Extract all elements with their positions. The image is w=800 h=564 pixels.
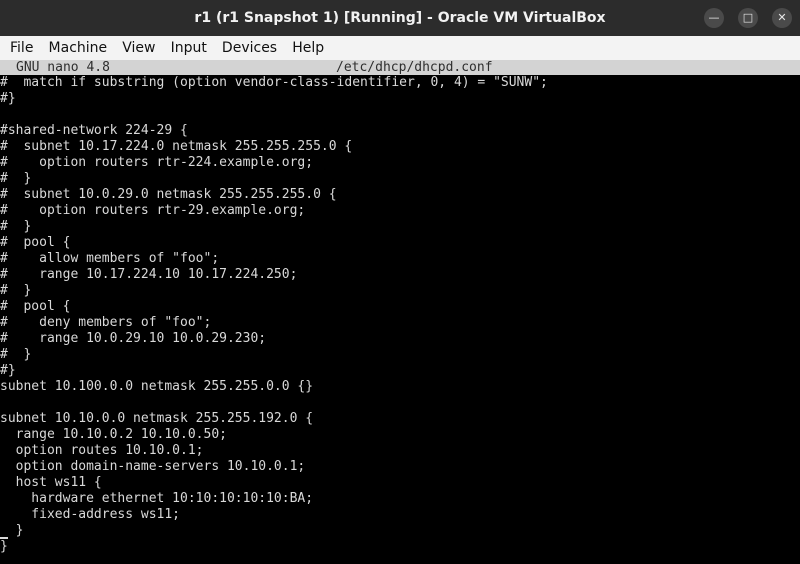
editor-line: option routes 10.10.0.1; (0, 443, 204, 458)
editor-line: hardware ethernet 10:10:10:10:10:BA; (0, 491, 314, 506)
editor-line: fixed-address ws11; (0, 507, 181, 522)
menu-machine[interactable]: Machine (44, 36, 113, 60)
maximize-button[interactable]: □ (738, 8, 758, 28)
editor-line: host ws11 { (0, 475, 102, 490)
editor-line: # pool { (0, 299, 71, 314)
editor-line: # } (0, 219, 32, 234)
menu-view[interactable]: View (117, 36, 160, 60)
editor-line: # deny members of "foo"; (0, 315, 212, 330)
editor-line: option domain-name-servers 10.10.0.1; (0, 459, 306, 474)
menu-help[interactable]: Help (287, 36, 329, 60)
editor-line: #} (0, 91, 16, 106)
editor-line: # } (0, 283, 32, 298)
menu-file[interactable]: File (5, 36, 38, 60)
editor-line: # option routers rtr-224.example.org; (0, 155, 314, 170)
menu-devices[interactable]: Devices (217, 36, 282, 60)
editor-line: subnet 10.100.0.0 netmask 255.255.0.0 {} (0, 379, 314, 394)
editor-line: range 10.10.0.2 10.10.0.50; (0, 427, 227, 442)
editor-line: # range 10.0.29.10 10.0.29.230; (0, 331, 267, 346)
text-cursor (0, 537, 8, 539)
menu-bar: File Machine View Input Devices Help (0, 36, 800, 60)
editor-line: # subnet 10.0.29.0 netmask 255.255.255.0… (0, 187, 337, 202)
editor-line: # range 10.17.224.10 10.17.224.250; (0, 267, 298, 282)
window-title: r1 (r1 Snapshot 1) [Running] - Oracle VM… (194, 10, 606, 26)
close-button[interactable]: ✕ (772, 8, 792, 28)
terminal-editor[interactable]: # match if substring (option vendor-clas… (0, 75, 800, 564)
editor-line: # option routers rtr-29.example.org; (0, 203, 306, 218)
editor-line: subnet 10.10.0.0 netmask 255.255.192.0 { (0, 411, 314, 426)
menu-input[interactable]: Input (166, 36, 212, 60)
editor-line: } (0, 539, 8, 554)
minimize-button[interactable]: — (704, 8, 724, 28)
editor-line: # match if substring (option vendor-clas… (0, 75, 548, 90)
editor-line: # allow members of "foo"; (0, 251, 220, 266)
window-titlebar[interactable]: r1 (r1 Snapshot 1) [Running] - Oracle VM… (0, 0, 800, 36)
editor-line: # pool { (0, 235, 71, 250)
nano-header-bar: GNU nano 4.8 /etc/dhcp/dhcpd.conf (0, 60, 800, 75)
nano-version: GNU nano 4.8 (16, 60, 110, 75)
editor-line: # subnet 10.17.224.0 netmask 255.255.255… (0, 139, 353, 154)
editor-line: # } (0, 347, 32, 362)
editor-line: #shared-network 224-29 { (0, 123, 188, 138)
nano-filename: /etc/dhcp/dhcpd.conf (336, 60, 493, 75)
editor-line: # } (0, 171, 32, 186)
editor-line: #} (0, 363, 16, 378)
